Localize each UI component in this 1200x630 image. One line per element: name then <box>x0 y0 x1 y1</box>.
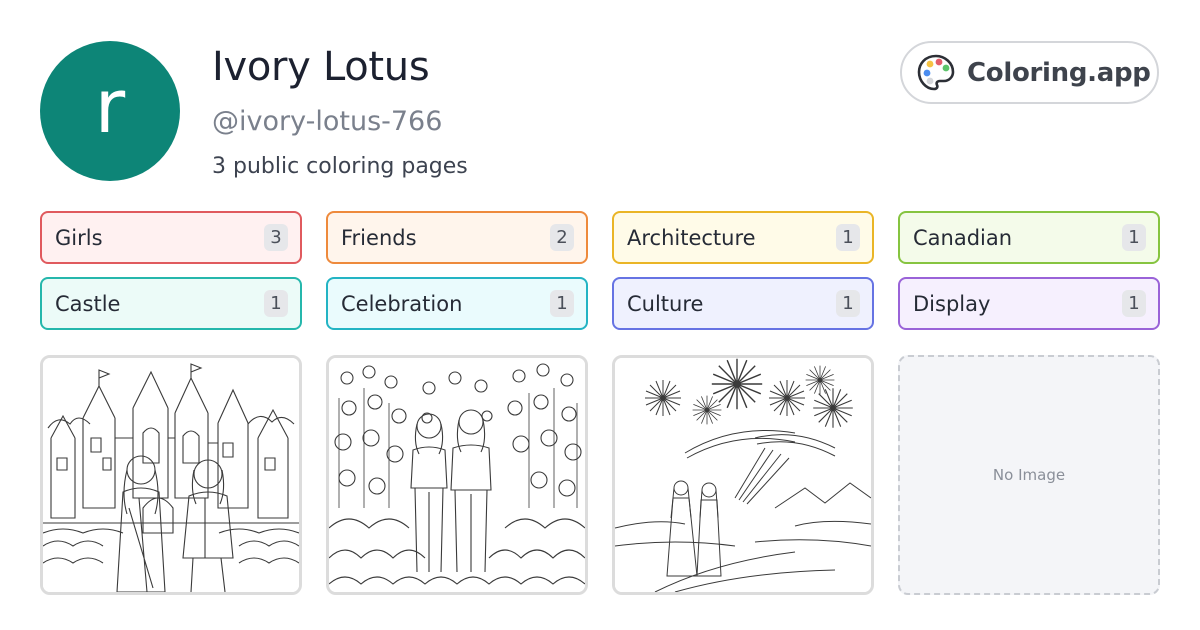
palette-icon <box>917 54 955 90</box>
fireworks-girls-image <box>615 358 871 592</box>
coloring-page-card-fireworks[interactable] <box>612 355 874 595</box>
profile-name: Ivory Lotus <box>212 44 430 90</box>
brand-label: Coloring.app <box>967 57 1151 88</box>
castle-girls-image <box>43 358 299 592</box>
tag-count: 1 <box>264 290 288 317</box>
tag-label: Display <box>913 291 991 316</box>
tag-count: 1 <box>1122 224 1146 251</box>
profile-handle: @ivory-lotus-766 <box>212 106 443 137</box>
page-count: 3 public coloring pages <box>212 154 468 179</box>
tag-grid: Girls 3 Friends 2 Architecture 1 Canadian 1 … <box>40 211 1160 330</box>
tag-label: Canadian <box>913 225 1013 250</box>
tag-canadian[interactable]: Canadian 1 <box>898 211 1160 264</box>
tag-count: 1 <box>836 224 860 251</box>
tag-friends[interactable]: Friends 2 <box>326 211 588 264</box>
coloring-page-card-garden[interactable] <box>326 355 588 595</box>
tag-count: 1 <box>1122 290 1146 317</box>
brand-badge[interactable]: Coloring.app <box>900 41 1159 104</box>
tag-count: 3 <box>264 224 288 251</box>
avatar-letter: r <box>94 64 126 150</box>
tag-count: 1 <box>836 290 860 317</box>
tag-count: 1 <box>550 290 574 317</box>
no-image-placeholder: No Image <box>992 466 1066 484</box>
avatar: r <box>40 41 180 181</box>
tag-label: Celebration <box>341 291 463 316</box>
coloring-page-grid: No Image <box>40 355 1160 595</box>
tag-celebration[interactable]: Celebration 1 <box>326 277 588 330</box>
tag-label: Girls <box>55 225 103 250</box>
garden-friends-image <box>329 358 585 592</box>
tag-count: 2 <box>550 224 574 251</box>
tag-architecture[interactable]: Architecture 1 <box>612 211 874 264</box>
tag-label: Friends <box>341 225 417 250</box>
coloring-page-card-empty[interactable]: No Image <box>898 355 1160 595</box>
tag-girls[interactable]: Girls 3 <box>40 211 302 264</box>
tag-display[interactable]: Display 1 <box>898 277 1160 330</box>
tag-label: Architecture <box>627 225 756 250</box>
tag-label: Castle <box>55 291 121 316</box>
tag-culture[interactable]: Culture 1 <box>612 277 874 330</box>
tag-label: Culture <box>627 291 704 316</box>
tag-castle[interactable]: Castle 1 <box>40 277 302 330</box>
coloring-page-card-castle[interactable] <box>40 355 302 595</box>
